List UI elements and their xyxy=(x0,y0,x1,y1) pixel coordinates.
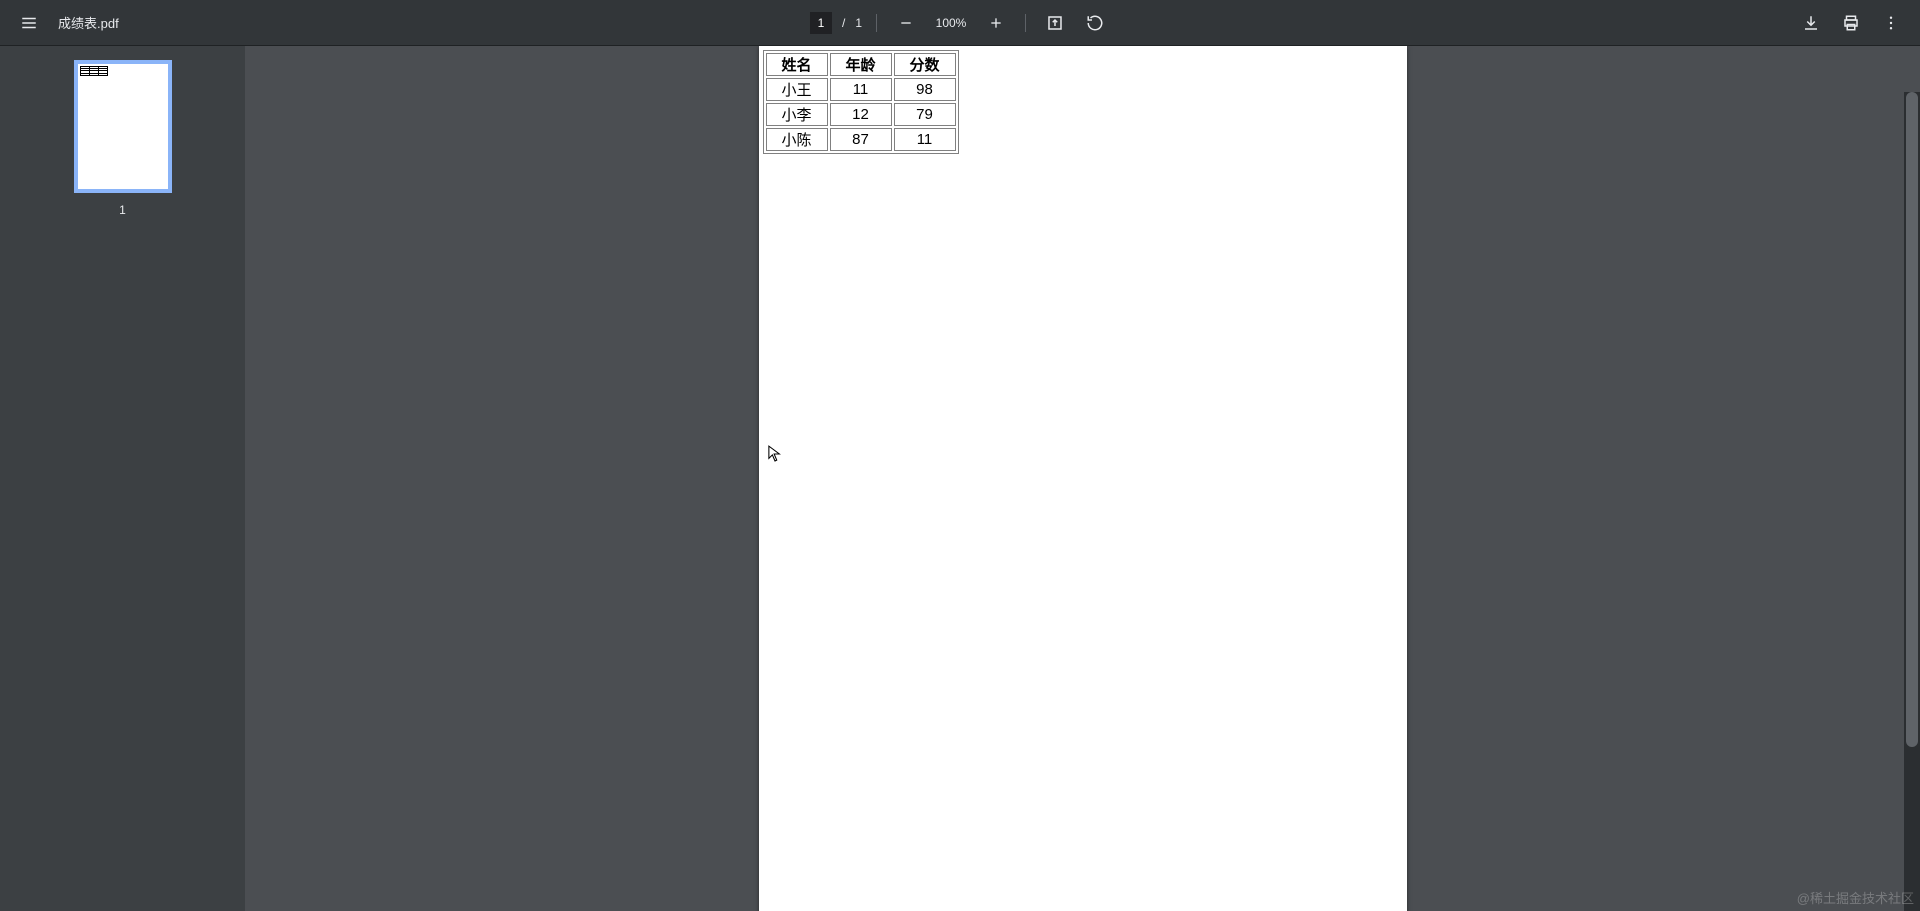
rotate-button[interactable] xyxy=(1080,8,1110,38)
toolbar: 成绩表.pdf / 1 100% xyxy=(0,0,1920,46)
cell-name: 小王 xyxy=(766,78,828,101)
thumbnail-page-number: 1 xyxy=(119,203,126,217)
cell-age: 87 xyxy=(830,128,892,151)
fit-to-page-button[interactable] xyxy=(1040,8,1070,38)
page-total: 1 xyxy=(855,16,862,30)
pdf-page: 姓名 年龄 分数 小王 11 98 小李 12 79 xyxy=(759,46,1407,911)
table-row: 小王 11 98 xyxy=(766,78,956,101)
column-header-name: 姓名 xyxy=(766,53,828,76)
scrollbar[interactable] xyxy=(1904,92,1920,911)
grades-table: 姓名 年龄 分数 小王 11 98 小李 12 79 xyxy=(763,50,959,154)
scrollbar-thumb[interactable] xyxy=(1906,92,1918,747)
page-viewport[interactable]: 姓名 年龄 分数 小王 11 98 小李 12 79 xyxy=(245,46,1920,911)
cell-age: 12 xyxy=(830,103,892,126)
menu-button[interactable] xyxy=(14,8,44,38)
download-button[interactable] xyxy=(1796,8,1826,38)
page-separator: / xyxy=(842,16,845,30)
zoom-level: 100% xyxy=(931,16,971,30)
column-header-age: 年龄 xyxy=(830,53,892,76)
column-header-score: 分数 xyxy=(894,53,956,76)
table-row: 小陈 87 11 xyxy=(766,128,956,151)
cell-score: 11 xyxy=(894,128,956,151)
divider xyxy=(876,14,877,32)
table-header-row: 姓名 年龄 分数 xyxy=(766,53,956,76)
toolbar-center: / 1 100% xyxy=(810,0,1110,45)
cell-name: 小李 xyxy=(766,103,828,126)
thumbnail-panel: 1 xyxy=(0,46,245,911)
cell-name: 小陈 xyxy=(766,128,828,151)
zoom-in-button[interactable] xyxy=(981,8,1011,38)
more-options-button[interactable] xyxy=(1876,8,1906,38)
table-row: 小李 12 79 xyxy=(766,103,956,126)
main-area: 1 姓名 年龄 分数 小王 11 98 xyxy=(0,46,1920,911)
toolbar-left: 成绩表.pdf xyxy=(0,8,300,38)
document-title: 成绩表.pdf xyxy=(58,13,119,32)
cell-score: 98 xyxy=(894,78,956,101)
page-number-input[interactable] xyxy=(810,12,832,34)
print-button[interactable] xyxy=(1836,8,1866,38)
page-thumbnail[interactable] xyxy=(74,60,172,193)
cell-score: 79 xyxy=(894,103,956,126)
toolbar-right xyxy=(1796,8,1920,38)
cell-age: 11 xyxy=(830,78,892,101)
divider xyxy=(1025,14,1026,32)
zoom-out-button[interactable] xyxy=(891,8,921,38)
